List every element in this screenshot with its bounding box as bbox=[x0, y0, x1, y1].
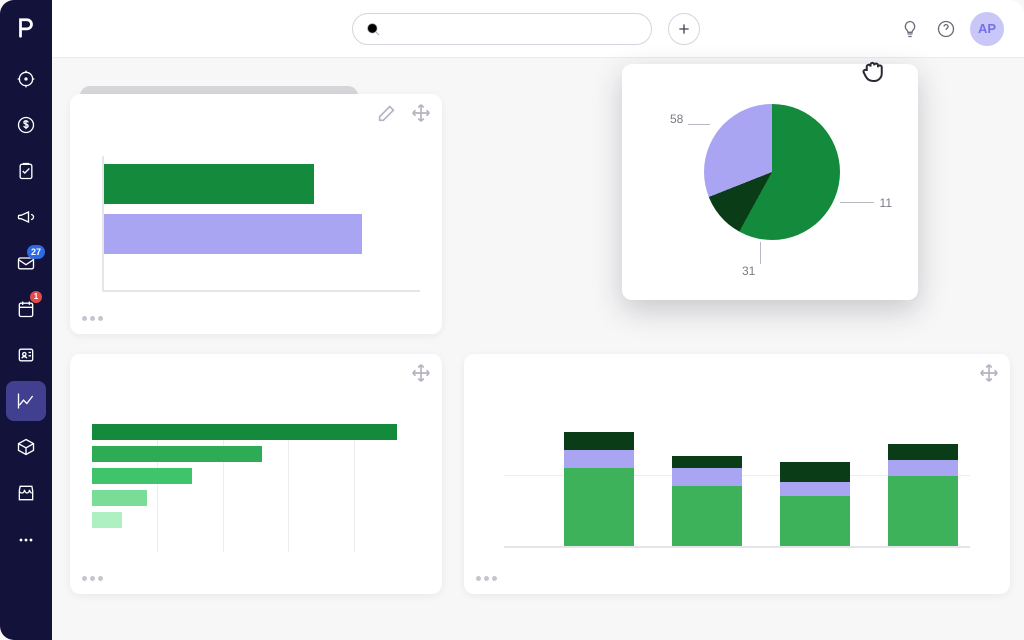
sidebar-item-focus[interactable] bbox=[6, 59, 46, 99]
sidebar-item-tasks[interactable] bbox=[6, 151, 46, 191]
calendar-badge: 1 bbox=[30, 291, 42, 303]
mail-badge: 27 bbox=[27, 245, 45, 259]
tips-button[interactable] bbox=[894, 13, 926, 45]
help-button[interactable] bbox=[930, 13, 962, 45]
sidebar-item-products[interactable] bbox=[6, 427, 46, 467]
sidebar: 27 1 bbox=[0, 0, 52, 640]
widget-4-chart bbox=[504, 414, 970, 548]
app-logo bbox=[14, 16, 38, 40]
edit-icon[interactable] bbox=[376, 102, 398, 124]
megaphone-icon bbox=[16, 207, 36, 227]
pie-label-1: 11 bbox=[880, 196, 892, 210]
widget-bar-stacked[interactable] bbox=[464, 354, 1010, 594]
store-icon bbox=[16, 483, 36, 503]
widget-pie-dragging[interactable]: 58 11 31 bbox=[622, 64, 918, 300]
widget-3-chart bbox=[92, 424, 420, 552]
avatar-initials: AP bbox=[978, 21, 996, 36]
plus-icon bbox=[676, 21, 692, 37]
help-icon bbox=[936, 19, 956, 39]
lightbulb-icon bbox=[900, 19, 920, 39]
search-input[interactable] bbox=[389, 21, 639, 36]
dots-icon bbox=[16, 530, 36, 550]
pie-label-2: 31 bbox=[742, 264, 755, 278]
sidebar-item-contacts[interactable] bbox=[6, 335, 46, 375]
topbar: AP bbox=[52, 0, 1024, 58]
bar-series-a bbox=[104, 164, 314, 204]
widget-menu[interactable] bbox=[476, 565, 500, 586]
widget-bar-ranked[interactable] bbox=[70, 354, 442, 594]
widget-menu[interactable] bbox=[82, 565, 106, 586]
box-icon bbox=[16, 437, 36, 457]
widget-bar-horizontal[interactable] bbox=[70, 94, 442, 334]
dashboard-canvas: 58 11 31 bbox=[52, 58, 1024, 640]
sidebar-item-calendar[interactable]: 1 bbox=[6, 289, 46, 329]
pie-label-0: 58 bbox=[670, 112, 683, 126]
main: AP 58 11 31 bbox=[52, 0, 1024, 640]
widget-2-chart: 58 11 31 bbox=[622, 64, 918, 300]
sidebar-item-deals[interactable] bbox=[6, 105, 46, 145]
sidebar-item-campaigns[interactable] bbox=[6, 197, 46, 237]
sidebar-item-marketplace[interactable] bbox=[6, 473, 46, 513]
dollar-icon bbox=[16, 115, 36, 135]
contact-icon bbox=[16, 345, 36, 365]
sidebar-item-mail[interactable]: 27 bbox=[6, 243, 46, 283]
user-avatar[interactable]: AP bbox=[970, 12, 1004, 46]
sidebar-item-insights[interactable] bbox=[6, 381, 46, 421]
widget-menu[interactable] bbox=[82, 305, 106, 326]
move-icon[interactable] bbox=[410, 362, 432, 384]
sidebar-item-more[interactable] bbox=[6, 520, 46, 560]
clipboard-icon bbox=[16, 161, 36, 181]
search-input-wrap[interactable] bbox=[352, 13, 652, 45]
move-icon[interactable] bbox=[978, 362, 1000, 384]
target-icon bbox=[16, 69, 36, 89]
chart-icon bbox=[16, 391, 36, 411]
search-icon bbox=[365, 21, 381, 37]
move-icon[interactable] bbox=[410, 102, 432, 124]
widget-1-chart bbox=[92, 156, 420, 292]
add-button[interactable] bbox=[668, 13, 700, 45]
bar-series-b bbox=[104, 214, 362, 254]
